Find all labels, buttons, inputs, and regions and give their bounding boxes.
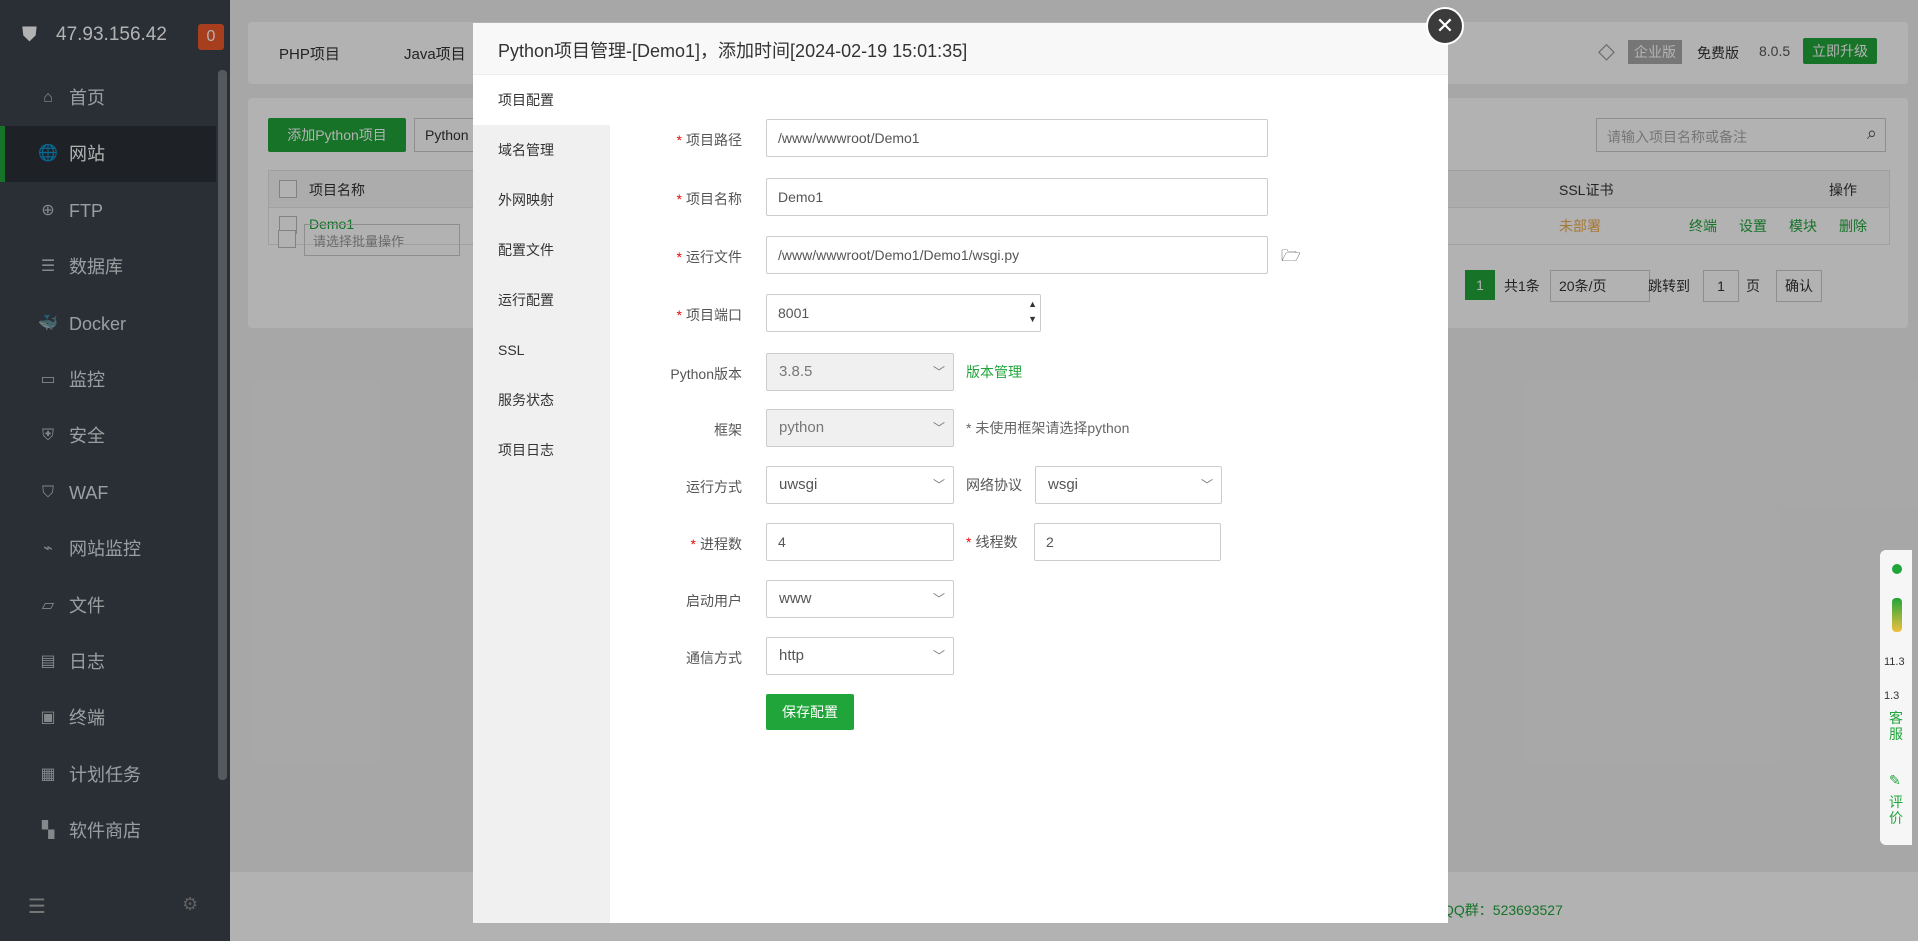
runfile-label-text: 运行文件 <box>686 249 742 265</box>
down-speed: 1.3 <box>1884 690 1900 702</box>
port-stepper[interactable]: ▲ ▼ <box>1028 297 1037 327</box>
path-label: * 项目路径 <box>615 130 742 150</box>
required-mark: * <box>690 536 696 552</box>
review-link[interactable]: 评价 <box>1889 794 1903 826</box>
chevron-down-icon: ﹀ <box>932 592 945 606</box>
nav-label: 项目配置 <box>498 92 554 108</box>
protocol-select[interactable]: wsgi ﹀ <box>1035 466 1222 504</box>
python-project-modal: Python项目管理-[Demo1]，添加时间[2024-02-19 15:01… <box>473 23 1448 923</box>
review-icon[interactable]: ✎ <box>1889 772 1901 789</box>
framework-value: python <box>779 419 825 436</box>
port-value: 8001 <box>778 305 810 321</box>
nav-external-mapping[interactable]: 外网映射 <box>473 175 610 225</box>
runfile-label: * 运行文件 <box>615 247 742 267</box>
protocol-label: 网络协议 <box>966 477 1022 493</box>
pyver-label: Python版本 <box>670 366 742 382</box>
user-label: 启动用户 <box>686 593 742 609</box>
user-value: www <box>779 590 812 607</box>
port-label: * 项目端口 <box>615 305 742 325</box>
nav-domain-management[interactable]: 域名管理 <box>473 125 610 175</box>
processes-input[interactable]: 4 <box>766 523 954 561</box>
comm-method-select[interactable]: http ﹀ <box>766 637 954 675</box>
chevron-down-icon: ﹀ <box>932 649 945 663</box>
threads-input[interactable]: 2 <box>1034 523 1221 561</box>
processes-label-text: 进程数 <box>700 536 742 552</box>
nav-project-log[interactable]: 项目日志 <box>473 425 610 475</box>
framework-hint: * 未使用框架请选择python <box>966 420 1130 436</box>
nav-label: 域名管理 <box>498 142 554 158</box>
required-mark: * <box>676 249 682 265</box>
nav-label: SSL <box>498 342 525 358</box>
version-manage-link[interactable]: 版本管理 <box>966 362 1022 382</box>
speed-meter <box>1892 598 1902 632</box>
nav-run-config[interactable]: 运行配置 <box>473 275 610 325</box>
threads-label-text: 线程数 <box>975 534 1018 550</box>
project-path-input[interactable]: /www/wwwroot/Demo1 <box>766 119 1268 157</box>
chevron-down-icon: ﹀ <box>1200 478 1213 492</box>
framework-select[interactable]: python ﹀ <box>766 409 954 447</box>
required-mark: * <box>966 534 972 550</box>
nav-label: 服务状态 <box>498 392 554 408</box>
required-mark: * <box>676 307 682 323</box>
nav-project-config[interactable]: 项目配置 <box>473 75 610 125</box>
chevron-down-icon: ﹀ <box>932 478 945 492</box>
project-port-input[interactable]: 8001 ▲ ▼ <box>766 294 1041 332</box>
save-config-button[interactable]: 保存配置 <box>766 694 854 730</box>
nav-label: 外网映射 <box>498 192 554 208</box>
floating-service-panel: 11.3 1.3 客服 ✎ 评价 <box>1880 550 1912 845</box>
chevron-down-icon: ﹀ <box>932 421 945 435</box>
modal-title: Python项目管理-[Demo1]，添加时间[2024-02-19 15:01… <box>498 41 968 61</box>
customer-service-link[interactable]: 客服 <box>1889 710 1903 742</box>
project-name-input[interactable]: Demo1 <box>766 178 1268 216</box>
up-speed: 11.3 <box>1884 656 1905 668</box>
comm-label: 通信方式 <box>686 650 742 666</box>
python-version-select[interactable]: 3.8.5 ﹀ <box>766 353 954 391</box>
port-label-text: 项目端口 <box>686 307 742 323</box>
run-file-input[interactable]: /www/wwwroot/Demo1/Demo1/wsgi.py <box>766 236 1268 274</box>
modal-close-icon[interactable]: ✕ <box>1426 7 1464 45</box>
threads-label: * 线程数 <box>966 532 1017 552</box>
name-label-text: 项目名称 <box>686 191 742 207</box>
modal-title-bar: Python项目管理-[Demo1]，添加时间[2024-02-19 15:01… <box>473 23 1448 75</box>
nav-ssl[interactable]: SSL <box>473 325 610 375</box>
modal-nav: 项目配置 域名管理 外网映射 配置文件 运行配置 SSL 服务状态 项目日志 <box>473 75 610 923</box>
runmode-label: 运行方式 <box>686 479 742 495</box>
framework-label: 框架 <box>714 422 742 438</box>
folder-open-icon[interactable]: 🗁 <box>1281 245 1301 272</box>
name-label: * 项目名称 <box>615 189 742 209</box>
path-label-text: 项目路径 <box>686 132 742 148</box>
nav-label: 项目日志 <box>498 442 554 458</box>
required-mark: * <box>676 132 682 148</box>
processes-label: * 进程数 <box>615 534 742 554</box>
run-mode-select[interactable]: uwsgi ﹀ <box>766 466 954 504</box>
run-user-select[interactable]: www ﹀ <box>766 580 954 618</box>
pyver-value: 3.8.5 <box>779 363 813 380</box>
nav-config-file[interactable]: 配置文件 <box>473 225 610 275</box>
runmode-value: uwsgi <box>779 476 818 493</box>
nav-service-status[interactable]: 服务状态 <box>473 375 610 425</box>
protocol-value: wsgi <box>1048 476 1079 493</box>
required-mark: * <box>676 191 682 207</box>
chevron-down-icon: ﹀ <box>932 365 945 379</box>
comm-value: http <box>779 647 805 664</box>
nav-label: 配置文件 <box>498 242 554 258</box>
status-dot <box>1892 564 1902 574</box>
nav-label: 运行配置 <box>498 292 554 308</box>
